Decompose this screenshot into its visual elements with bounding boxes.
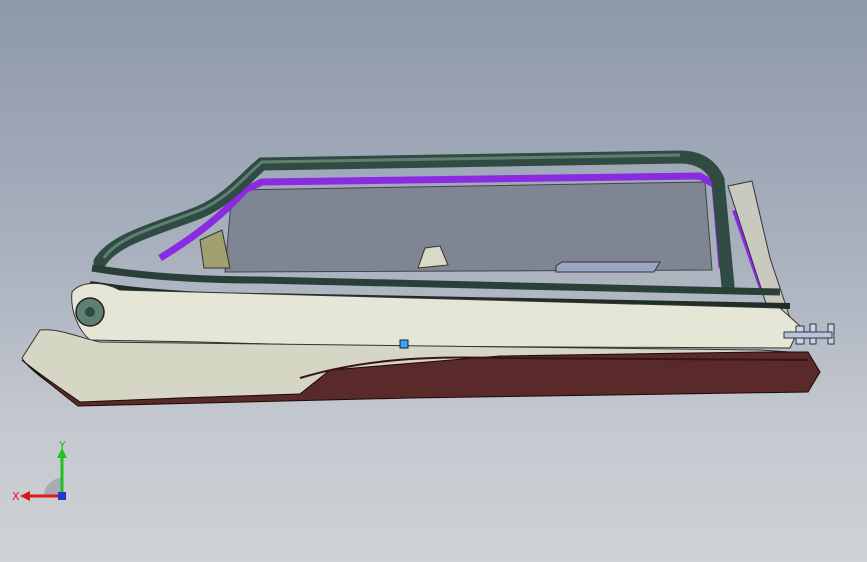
rear-pillar[interactable] [727,180,791,323]
z-axis-marker [58,492,66,500]
x-axis-arrowhead [20,491,30,501]
coordinate-triad: Y X [12,440,67,503]
glass-pane[interactable] [224,181,713,273]
y-axis-label: Y [58,440,66,452]
door-assembly-model[interactable] [0,0,867,562]
internal-hinge-part[interactable] [199,229,231,269]
speaker-center[interactable] [85,307,95,317]
x-axis-label: X [12,490,20,503]
blue-clip[interactable] [399,339,409,349]
internal-module[interactable] [555,261,661,273]
cad-viewport[interactable]: Y X [0,0,867,562]
